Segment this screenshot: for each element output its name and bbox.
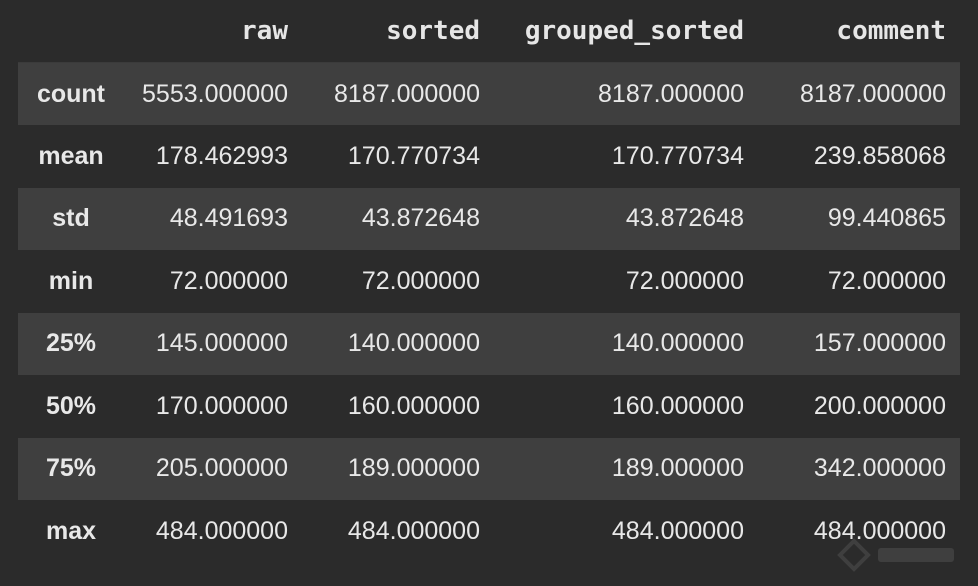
table-cell: 8187.000000 [598, 79, 744, 108]
table-cell: 157.000000 [813, 329, 946, 358]
row-label: 50% [45, 391, 97, 420]
row-label: max [45, 516, 97, 545]
table-cell: 170.770734 [611, 141, 744, 170]
row-label: mean [38, 141, 104, 170]
table-row: count 5553.000000 8187.000000 8187.00000… [18, 62, 960, 125]
table-row: 50% 170.000000 160.000000 160.000000 200… [18, 375, 960, 438]
table-cell: 8187.000000 [800, 79, 946, 108]
table-row: mean 178.462993 170.770734 170.770734 23… [18, 125, 960, 188]
table-cell: 5553.000000 [142, 79, 288, 108]
table-cell: 72.000000 [827, 266, 946, 295]
table-row: min 72.000000 72.000000 72.000000 72.000… [18, 250, 960, 313]
row-label: count [36, 79, 106, 108]
index-header [18, 0, 124, 63]
table-cell: 484.000000 [155, 516, 288, 545]
table-cell: 140.000000 [347, 329, 480, 358]
table-cell: 200.000000 [813, 391, 946, 420]
table-cell: 8187.000000 [334, 79, 480, 108]
table-cell: 43.872648 [625, 204, 744, 233]
table-cell: 48.491693 [169, 204, 288, 233]
table-cell: 72.000000 [625, 266, 744, 295]
table-cell: 170.770734 [347, 141, 480, 170]
describe-table: raw sorted grouped_sorted comment count … [18, 0, 960, 563]
table-cell: 205.000000 [155, 454, 288, 483]
table-cell: 342.000000 [813, 454, 946, 483]
table-cell: 170.000000 [155, 391, 288, 420]
watermark-logo-icon [837, 538, 954, 572]
header-row: raw sorted grouped_sorted comment [18, 0, 960, 63]
table-cell: 160.000000 [347, 391, 480, 420]
table-cell: 145.000000 [155, 329, 288, 358]
row-label: min [48, 266, 94, 295]
table-cell: 72.000000 [361, 266, 480, 295]
table-cell: 99.440865 [827, 204, 946, 233]
column-header-raw: raw [124, 0, 302, 63]
table-cell: 72.000000 [169, 266, 288, 295]
table-cell: 189.000000 [611, 454, 744, 483]
row-label: 25% [45, 329, 97, 358]
dataframe-output: raw sorted grouped_sorted comment count … [0, 0, 978, 586]
table-cell: 178.462993 [155, 141, 288, 170]
row-label: std [52, 204, 90, 233]
table-row: 75% 205.000000 189.000000 189.000000 342… [18, 437, 960, 500]
table-cell: 189.000000 [347, 454, 480, 483]
table-row: std 48.491693 43.872648 43.872648 99.440… [18, 187, 960, 250]
column-header-comment: comment [758, 0, 960, 63]
column-header-sorted: sorted [302, 0, 494, 63]
column-header-grouped-sorted: grouped_sorted [494, 0, 758, 63]
table-cell: 43.872648 [361, 204, 480, 233]
table-cell: 484.000000 [611, 516, 744, 545]
table-cell: 484.000000 [347, 516, 480, 545]
table-cell: 239.858068 [813, 141, 946, 170]
table-cell: 160.000000 [611, 391, 744, 420]
table-row: 25% 145.000000 140.000000 140.000000 157… [18, 312, 960, 375]
table-row: max 484.000000 484.000000 484.000000 484… [18, 500, 960, 563]
row-label: 75% [45, 454, 97, 483]
table-cell: 140.000000 [611, 329, 744, 358]
